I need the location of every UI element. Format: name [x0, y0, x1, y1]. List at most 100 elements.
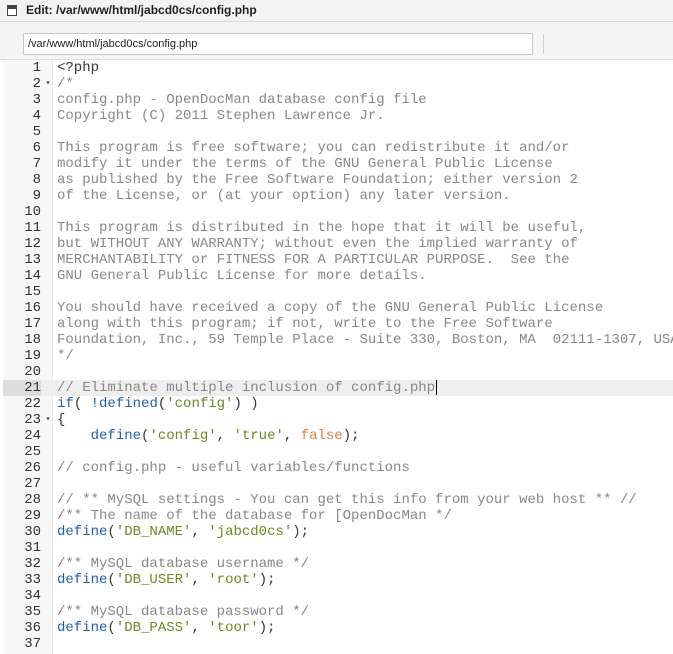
window-titlebar: Edit: /var/www/html/jabcd0cs/config.php	[0, 0, 673, 22]
code-line[interactable]: 13 MERCHANTABILITY or FITNESS FOR A PARTI…	[3, 252, 673, 268]
line-number: 9	[32, 188, 41, 204]
code-text: Copyright (C) 2011 Stephen Lawrence Jr.	[57, 108, 385, 124]
code-token: // ** MySQL settings - You can get this …	[57, 492, 637, 508]
line-number: 13	[24, 252, 41, 268]
code-line[interactable]: 34	[3, 588, 673, 604]
code-line[interactable]: 30 define('DB_NAME', 'jabcd0cs');	[3, 524, 673, 540]
code-token: as published by the Free Software Founda…	[57, 172, 578, 188]
code-token: */	[57, 348, 74, 364]
code-line[interactable]: 4 Copyright (C) 2011 Stephen Lawrence Jr.	[3, 108, 673, 124]
code-line[interactable]: 2 ▾ /*	[3, 76, 673, 92]
file-path-input[interactable]	[23, 33, 533, 55]
line-number: 12	[24, 236, 41, 252]
code-line[interactable]: 35 /** MySQL database password */	[3, 604, 673, 620]
code-line[interactable]: 6 This program is free software; you can …	[3, 140, 673, 156]
code-text: /*	[57, 76, 74, 92]
fold-toggle-icon[interactable]: ▾	[44, 412, 52, 428]
code-line[interactable]: 3 config.php - OpenDocMan database config…	[3, 92, 673, 108]
code-line[interactable]: 15	[3, 284, 673, 300]
code-line[interactable]: 1 <?php	[3, 60, 673, 76]
code-line[interactable]: 8 as published by the Free Software Found…	[3, 172, 673, 188]
code-line[interactable]: 12 but WITHOUT ANY WARRANTY; without even…	[3, 236, 673, 252]
code-editor[interactable]: 1 <?php 2 ▾/* 3 config.php - OpenDocMan datab…	[3, 60, 673, 654]
code-line[interactable]: 21 // Eliminate multiple inclusion of con…	[3, 380, 673, 396]
line-number: 2	[32, 76, 41, 92]
code-line[interactable]: 32 /** MySQL database username */	[3, 556, 673, 572]
line-number: 21	[3, 380, 41, 396]
code-token: 'true'	[233, 428, 284, 444]
code-line[interactable]: 24 define('config', 'true', false);	[3, 428, 673, 444]
code-line[interactable]: 29 /** The name of the database for [Open…	[3, 508, 673, 524]
code-text: /** MySQL database password */	[57, 604, 309, 620]
code-token: 'DB_USER'	[115, 572, 192, 588]
code-token: ,	[216, 428, 234, 444]
code-line[interactable]: 5	[3, 124, 673, 140]
line-number: 1	[32, 60, 41, 76]
code-line[interactable]: 36 define('DB_PASS', 'toor');	[3, 620, 673, 636]
line-number: 16	[24, 300, 41, 316]
code-line[interactable]: 27	[3, 476, 673, 492]
code-token: 'toor'	[208, 620, 259, 636]
line-number: 34	[24, 588, 41, 604]
code-token: );	[258, 572, 276, 588]
code-line[interactable]: 11 This program is distributed in the hop…	[3, 220, 673, 236]
code-line[interactable]: 37	[3, 636, 673, 652]
line-number: 5	[32, 124, 41, 140]
code-line[interactable]: 17 along with this program; if not, write…	[3, 316, 673, 332]
line-number: 26	[24, 460, 41, 476]
line-number: 22	[24, 396, 41, 412]
code-line[interactable]: 26 // config.php - useful variables/funct…	[3, 460, 673, 476]
line-number: 32	[24, 556, 41, 572]
line-number: 31	[24, 540, 41, 556]
line-number: 24	[24, 428, 41, 444]
code-line[interactable]: 7 modify it under the terms of the GNU Ge…	[3, 156, 673, 172]
code-token: 'config'	[149, 428, 217, 444]
code-token: This program is distributed in the hope …	[57, 220, 587, 236]
line-number: 35	[24, 604, 41, 620]
fold-toggle-icon[interactable]: ▾	[44, 76, 52, 92]
code-line[interactable]: 33 define('DB_USER', 'root');	[3, 572, 673, 588]
code-token: /** MySQL database password */	[57, 604, 310, 620]
code-token: 'root'	[208, 572, 259, 588]
code-token: /*	[57, 76, 74, 92]
code-token: Foundation, Inc., 59 Temple Place - Suit…	[57, 332, 673, 348]
code-line[interactable]: 28 // ** MySQL settings - You can get thi…	[3, 492, 673, 508]
code-line[interactable]: 31	[3, 540, 673, 556]
code-line[interactable]: 25	[3, 444, 673, 460]
line-number: 3	[32, 92, 41, 108]
code-token: false	[300, 428, 343, 444]
code-line[interactable]: 18 Foundation, Inc., 59 Temple Place - Su…	[3, 332, 673, 348]
code-token: !	[90, 396, 100, 412]
code-line[interactable]: 10	[3, 204, 673, 220]
toolbar-divider	[543, 34, 544, 54]
line-number: 33	[24, 572, 41, 588]
code-line[interactable]: 19 */	[3, 348, 673, 364]
code-token: (	[107, 524, 116, 540]
code-text: of the License, or (at your option) any …	[57, 188, 511, 204]
code-token: (	[157, 396, 167, 412]
line-number: 17	[24, 316, 41, 332]
code-line[interactable]: 16 You should have received a copy of the…	[3, 300, 673, 316]
code-token: along with this program; if not, write t…	[57, 316, 553, 332]
code-token: This program is free software; you can r…	[57, 140, 570, 156]
code-line[interactable]: 22 if( !defined('config') )	[3, 396, 673, 412]
code-text: <?php	[57, 60, 99, 76]
code-text: /** The name of the database for [OpenDo…	[57, 508, 452, 524]
line-number: 36	[24, 620, 41, 636]
code-token: define	[90, 428, 142, 444]
line-number: 30	[24, 524, 41, 540]
line-number: 25	[24, 444, 41, 460]
code-token: <?php	[57, 60, 100, 76]
line-number: 14	[24, 268, 41, 284]
document-icon	[7, 5, 17, 16]
code-line[interactable]: 23 ▾ {	[3, 412, 673, 428]
code-line[interactable]: 20	[3, 364, 673, 380]
code-line[interactable]: 14 GNU General Public License for more de…	[3, 268, 673, 284]
code-token: MERCHANTABILITY or FITNESS FOR A PARTICU…	[57, 252, 570, 268]
code-line[interactable]: 9 of the License, or (at your option) any…	[3, 188, 673, 204]
code-token: /** The name of the database for [OpenDo…	[57, 508, 452, 524]
code-token: of the License, or (at your option) any …	[57, 188, 511, 204]
line-number: 11	[24, 220, 41, 236]
code-text: MERCHANTABILITY or FITNESS FOR A PARTICU…	[57, 252, 569, 268]
line-number: 7	[32, 156, 41, 172]
